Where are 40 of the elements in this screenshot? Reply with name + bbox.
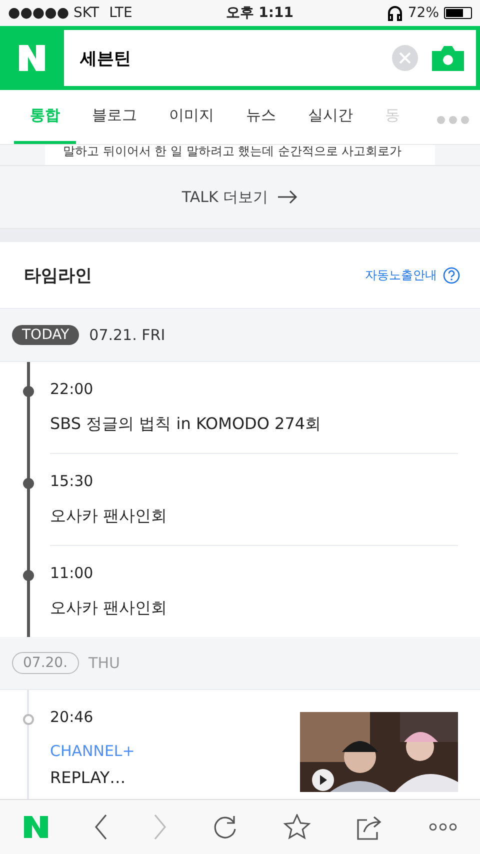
network-type: LTE: [109, 5, 132, 21]
search-input[interactable]: 세븐틴: [78, 47, 378, 69]
timeline-title: 타임라인: [24, 264, 93, 286]
camera-icon[interactable]: [432, 45, 464, 71]
event-title[interactable]: REPLAY…: [50, 768, 300, 787]
battery-percent: 72%: [408, 5, 439, 21]
event-title[interactable]: 오사카 팬사인회: [50, 598, 458, 619]
tab[interactable]: 뉴스: [230, 90, 292, 144]
search-field[interactable]: 세븐틴: [64, 30, 476, 86]
event-time: 20:46: [50, 708, 94, 726]
tab[interactable]: 실시간: [292, 90, 369, 144]
battery-icon: [444, 7, 472, 19]
tab[interactable]: 이미지: [153, 90, 230, 144]
date-label: 07.21. FRI: [89, 326, 166, 344]
timeline-dot: [23, 714, 34, 725]
event-time: 11:00: [50, 564, 94, 582]
event-title[interactable]: 오사카 팬사인회: [50, 506, 458, 527]
star-icon[interactable]: [283, 814, 312, 840]
arrow-right-icon: [278, 190, 298, 204]
n-logo-icon[interactable]: [17, 43, 47, 73]
help-icon: [443, 266, 460, 284]
headphones-icon: [386, 5, 403, 21]
talk-snippet: 말하고 뒤이어서 한 일 말하려고 했는데 순간적으로 사고회로가: [45, 145, 435, 165]
event-time: 15:30: [50, 472, 94, 490]
more-icon[interactable]: [429, 823, 458, 831]
weekday-label: THU: [88, 654, 120, 672]
back-icon[interactable]: [94, 814, 108, 840]
forward-icon[interactable]: [152, 814, 167, 840]
help-link[interactable]: 자동노출안내: [359, 266, 466, 284]
signal-carrier: ●●●●● SKT: [8, 5, 100, 21]
today-badge: TODAY: [12, 325, 80, 345]
date-badge: 07.20.: [12, 652, 79, 674]
n-logo-icon[interactable]: [22, 815, 49, 839]
clock: 오후 1:11: [224, 4, 294, 22]
clear-icon[interactable]: [392, 45, 418, 71]
tab[interactable]: 블로그: [76, 90, 153, 144]
event-title[interactable]: SBS 정글의 법칙 in KOMODO 274회: [50, 414, 458, 435]
event-time: 22:00: [50, 380, 94, 398]
reload-icon[interactable]: [212, 814, 238, 840]
talk-more-link[interactable]: TALK 더보기: [176, 186, 304, 208]
